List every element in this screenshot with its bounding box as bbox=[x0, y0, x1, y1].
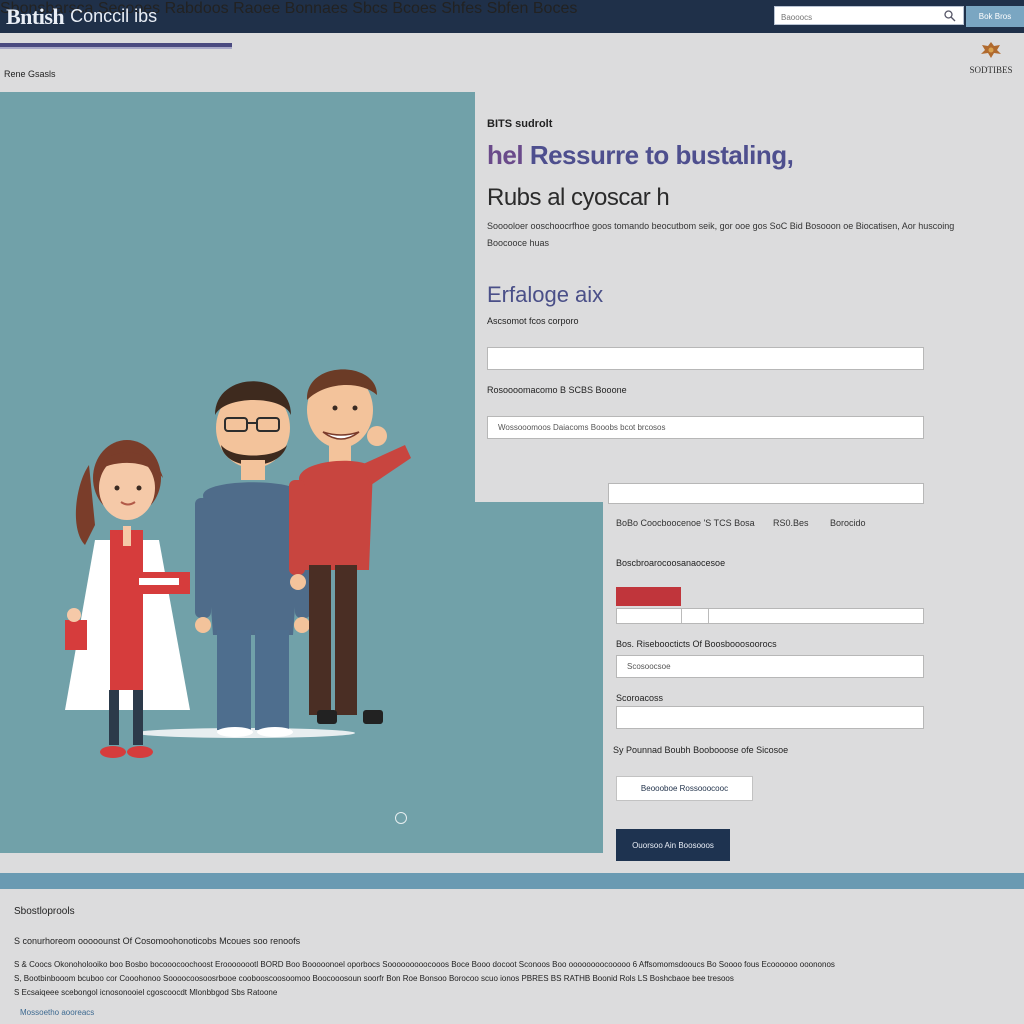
footer-text-1: S & Coocs Okonoholooiko boo Bosbo bocooo… bbox=[14, 960, 835, 969]
form-row-b: RS0.Bes bbox=[773, 518, 809, 528]
brand-mark: SODTIBES bbox=[962, 40, 1020, 78]
form-field-2[interactable] bbox=[487, 416, 924, 439]
top-nav-bar: Bntish Conccil ibs Sbonsbarsca Secooes R… bbox=[0, 0, 1024, 33]
form-field-6[interactable] bbox=[616, 706, 924, 729]
footer-title: Sbostloprools bbox=[14, 906, 75, 917]
nav-item-8[interactable]: Sbfen Boces bbox=[487, 0, 578, 17]
nav-item-5[interactable]: Sbcs bbox=[352, 0, 388, 17]
footer-text-3: S Ecsaiqeee scebongol icnosonooiel cgosc… bbox=[14, 988, 278, 997]
nav-item-7[interactable]: Shfes bbox=[441, 0, 482, 17]
form-row-a: BoBo Coocboocenoe 'S TCS Bosa bbox=[616, 518, 755, 528]
nav-item-4[interactable]: Raoee Bonnaes bbox=[233, 0, 348, 17]
headline-first-word: hel bbox=[487, 140, 524, 170]
search-box bbox=[774, 6, 964, 26]
form-label-2: Rosoooomacomo B SCBS Booone bbox=[487, 385, 627, 395]
form-label-7: Sy Pounnad Boubh Boobooose ofe Sicosoe bbox=[613, 745, 789, 755]
footer-band bbox=[0, 873, 1024, 889]
breadcrumb[interactable]: Rene Gsasls bbox=[4, 69, 56, 79]
form-label-5: Bos. Riseboocticts Of Boosbooosoorocs bbox=[616, 639, 777, 649]
secondary-button[interactable]: Beoooboe Rossooocooc bbox=[616, 776, 753, 801]
form-field-1[interactable] bbox=[487, 347, 924, 370]
logo-main-text: Bntish bbox=[6, 3, 65, 29]
hero-subhead: Rubs al cyoscar h bbox=[487, 184, 670, 211]
accent-divider-light bbox=[0, 47, 232, 49]
form-field-3[interactable] bbox=[608, 483, 924, 504]
logo-sub-text: Conccil ibs bbox=[70, 6, 158, 26]
form-section-title: Erfaloge aix bbox=[487, 282, 604, 307]
form-row-c: Borocido bbox=[830, 518, 866, 528]
selected-indicator[interactable] bbox=[616, 587, 681, 606]
search-button[interactable]: Bok Bros bbox=[966, 6, 1024, 27]
site-logo[interactable]: Bntish Conccil ibs bbox=[6, 0, 157, 33]
form-field-4[interactable] bbox=[616, 608, 924, 624]
people-illustration bbox=[65, 369, 411, 758]
footer-line: S conurhoreom ooooounst Of Cosomoohonoti… bbox=[14, 936, 301, 946]
nav-item-6[interactable]: Bcoes bbox=[392, 0, 436, 17]
girl-figure bbox=[65, 440, 190, 758]
footer-text-2: S, Bootbinbooom bcuboo cor Cooohonoo Soo… bbox=[14, 974, 734, 983]
form-label-1: Ascsomot fcos corporo bbox=[487, 316, 579, 326]
headline-rest: Ressurre to bustaling, bbox=[529, 140, 794, 170]
search-input[interactable] bbox=[775, 9, 937, 26]
search-icon[interactable] bbox=[943, 9, 957, 23]
footer-link[interactable]: Mossoetho aooreacs bbox=[20, 1008, 94, 1017]
field-divider bbox=[681, 609, 709, 623]
hero-headline: hel Ressurre to bustaling, bbox=[487, 140, 794, 171]
form-field-5[interactable] bbox=[616, 655, 924, 678]
crest-icon bbox=[981, 42, 1001, 58]
carousel-dot[interactable] bbox=[395, 812, 407, 824]
brand-mark-text: SODTIBES bbox=[969, 65, 1013, 75]
man-in-red-figure bbox=[289, 369, 411, 724]
form-label-6: Scoroacoss bbox=[616, 693, 664, 703]
hero-description: Sooooloer ooschoocrfhoe goos tomando beo… bbox=[487, 221, 955, 248]
hero-eyebrow: BITS sudrolt bbox=[487, 118, 553, 130]
form-label-4: Boscbroarocoosanaocesoe bbox=[616, 558, 726, 568]
submit-button[interactable]: Ouorsoo Ain Boosooos bbox=[616, 829, 730, 861]
nav-item-3[interactable]: Rabdoos bbox=[165, 0, 229, 17]
